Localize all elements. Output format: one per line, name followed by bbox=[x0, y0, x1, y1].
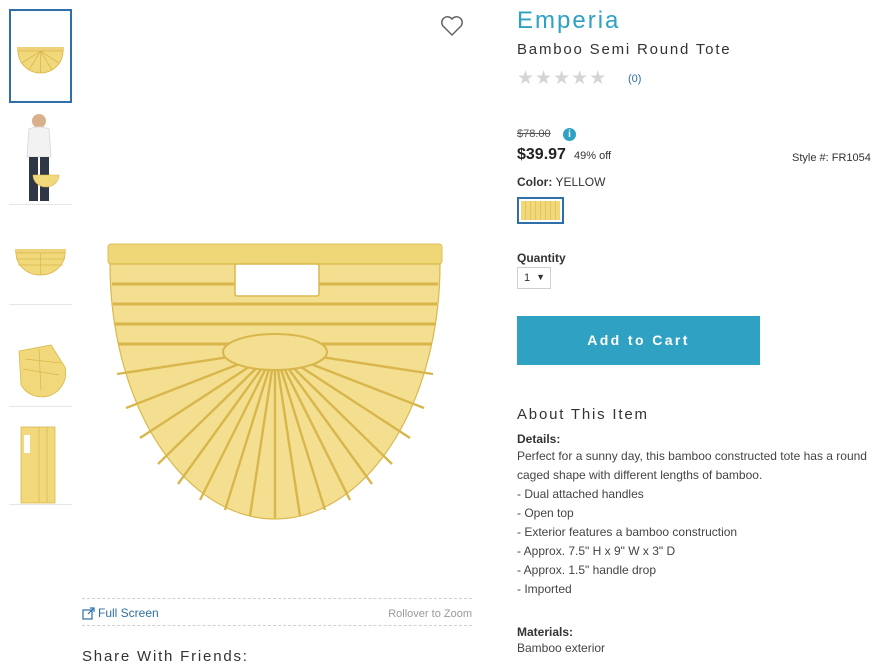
share-title: Share With Friends: bbox=[82, 648, 249, 665]
add-to-cart-button[interactable]: Add to Cart bbox=[517, 316, 760, 365]
full-screen-label: Full Screen bbox=[98, 606, 159, 620]
discount-percent: 49% off bbox=[574, 150, 612, 162]
thumbnail-bag-angle[interactable] bbox=[9, 329, 72, 407]
materials-text: Bamboo exterior bbox=[517, 641, 606, 655]
info-icon[interactable]: i bbox=[563, 128, 576, 141]
style-number: Style #: FR1054 bbox=[792, 152, 871, 164]
star-icon: ★ bbox=[553, 68, 571, 89]
quantity-value: 1 bbox=[524, 272, 531, 284]
star-icon: ★ bbox=[517, 68, 535, 89]
sale-price: $39.97 bbox=[517, 146, 566, 163]
product-image-bag bbox=[107, 243, 443, 520]
heart-icon[interactable] bbox=[440, 15, 464, 37]
star-icon: ★ bbox=[535, 68, 553, 89]
bullet-item: - Dual attached handles bbox=[517, 487, 644, 501]
caret-down-icon: ▼ bbox=[536, 272, 545, 282]
swatch-image bbox=[521, 201, 560, 220]
color-swatch-yellow[interactable] bbox=[517, 197, 564, 224]
bullet-item: - Approx. 1.5" handle drop bbox=[517, 563, 657, 577]
star-icon: ★ bbox=[589, 68, 607, 89]
product-title: Bamboo Semi Round Tote bbox=[517, 41, 732, 58]
bullet-item: - Imported bbox=[517, 582, 572, 596]
details-bullets: - Dual attached handles - Open top - Ext… bbox=[517, 485, 737, 599]
thumbnail-bag-front-small[interactable] bbox=[9, 237, 72, 305]
quantity-select[interactable]: 1 ▼ bbox=[517, 267, 551, 289]
thumbnail-bag-front[interactable] bbox=[9, 9, 72, 103]
quantity-label: Quantity bbox=[517, 251, 566, 265]
thumbnail-model-holding-bag[interactable] bbox=[9, 109, 72, 205]
color-label-key: Color: bbox=[517, 175, 553, 189]
thumbnail-bag-side[interactable] bbox=[9, 419, 72, 505]
bullet-item: - Open top bbox=[517, 506, 574, 520]
review-count-link[interactable]: (0) bbox=[628, 73, 641, 85]
details-text: Perfect for a sunny day, this bamboo con… bbox=[517, 449, 867, 482]
external-link-icon bbox=[82, 606, 95, 620]
star-icon: ★ bbox=[571, 68, 589, 89]
image-footer: Full Screen Rollover to Zoom bbox=[82, 598, 472, 626]
original-price: $78.00 bbox=[517, 128, 551, 140]
star-rating[interactable]: ★ ★ ★ ★ ★ bbox=[517, 69, 606, 89]
details-label: Details: bbox=[517, 432, 561, 446]
bullet-item: - Approx. 7.5" H x 9" W x 3" D bbox=[517, 544, 676, 558]
materials-label: Materials: bbox=[517, 625, 574, 639]
bullet-item: - Exterior features a bamboo constructio… bbox=[517, 525, 738, 539]
color-label: Color: YELLOW bbox=[517, 175, 605, 189]
brand-link[interactable]: Emperia bbox=[517, 7, 620, 35]
full-screen-link[interactable]: Full Screen bbox=[82, 606, 159, 620]
rollover-zoom-hint: Rollover to Zoom bbox=[388, 608, 472, 620]
about-item-title: About This Item bbox=[517, 406, 649, 423]
color-value: YELLOW bbox=[555, 175, 606, 189]
